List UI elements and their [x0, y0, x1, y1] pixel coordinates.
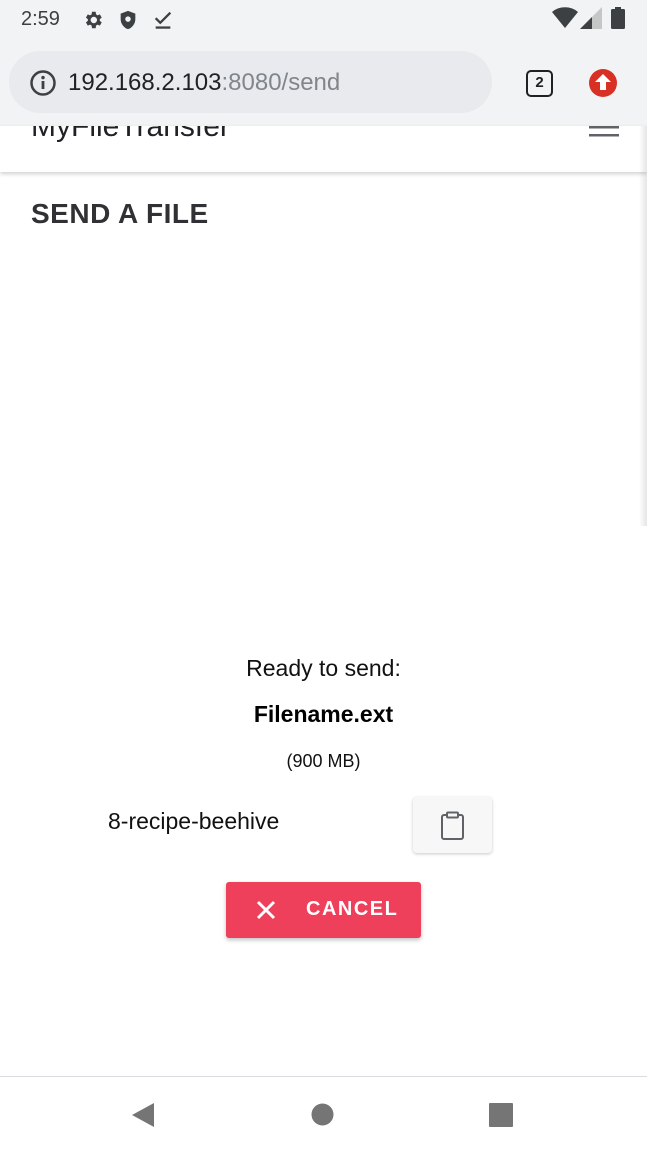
filename: Filename.ext: [253, 701, 394, 727]
status-bar: 2:59: [0, 0, 647, 38]
ready-to-send-label: Ready to send:: [246, 655, 401, 681]
url-host: 192.168.2.103: [68, 69, 222, 96]
site-navbar: MyFileTransfer: [0, 126, 647, 172]
wifi-icon: [552, 7, 578, 29]
clipboard-icon: [441, 811, 464, 840]
info-icon[interactable]: [29, 69, 57, 97]
hamburger-menu-icon[interactable]: [589, 126, 619, 138]
address-bar[interactable]: 192.168.2.103:8080/send: [9, 51, 492, 113]
transfer-code: 8-recipe-beehive: [108, 808, 280, 834]
copy-code-button[interactable]: [413, 797, 492, 853]
cancel-label: CANCEL: [306, 898, 399, 920]
back-icon[interactable]: [131, 1102, 155, 1128]
page-title: SEND A FILE: [31, 198, 209, 229]
close-icon: [256, 900, 276, 920]
browser-toolbar: 192.168.2.103:8080/send 2: [0, 38, 647, 126]
battery-icon: [611, 7, 625, 29]
download-done-icon: [154, 11, 172, 29]
browser-update-icon[interactable]: [588, 68, 618, 98]
shield-icon: [120, 10, 136, 30]
drawer-edge-shadow: [639, 126, 647, 526]
url-text[interactable]: 192.168.2.103:8080/send: [68, 69, 340, 97]
site-brand[interactable]: MyFileTransfer: [31, 126, 230, 144]
cancel-button[interactable]: CANCEL: [226, 882, 421, 938]
url-path: :8080/send: [221, 69, 341, 96]
signal-icon: [580, 7, 602, 29]
status-time: 2:59: [21, 8, 60, 30]
gear-icon: [85, 11, 102, 29]
system-navigation-bar: [0, 1076, 647, 1153]
tab-switcher-button[interactable]: 2: [526, 70, 553, 97]
file-size: (900 MB): [286, 751, 361, 771]
home-icon[interactable]: [311, 1103, 334, 1126]
recents-icon[interactable]: [489, 1103, 513, 1127]
